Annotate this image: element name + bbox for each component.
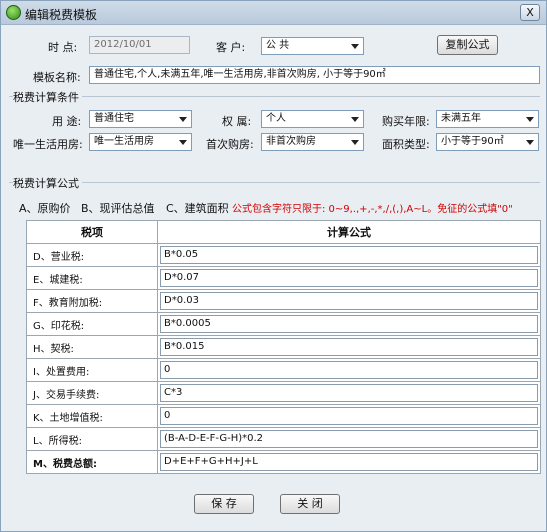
column-header-item: 税项 (26, 220, 158, 244)
formula-rule-note: 公式包含字符只限于: 0~9,.,+,-,*,/,(,),A~L。免征的公式填"… (232, 204, 513, 215)
formula-input[interactable]: C*3 (160, 384, 538, 402)
conditions-title: 税费计算条件 (13, 89, 82, 105)
customer-select[interactable]: 公 共 (261, 37, 364, 55)
var-b-label: B、现评估总值 (81, 202, 155, 215)
window-title: 编辑税费模板 (25, 8, 98, 22)
chevron-down-icon (179, 117, 187, 122)
copy-formula-button[interactable]: 复制公式 (437, 35, 498, 55)
formula-input[interactable]: B*0.0005 (160, 315, 538, 333)
table-row: L、所得税: (B-A-D-E-F-G-H)*0.2 (26, 427, 541, 451)
only-home-value: 唯一生活用房 (94, 136, 154, 147)
ownership-select[interactable]: 个人 (261, 110, 364, 128)
close-icon[interactable]: X (520, 4, 540, 21)
formula-input[interactable]: D*0.03 (160, 292, 538, 310)
formula-input[interactable]: D*0.07 (160, 269, 538, 287)
save-button[interactable]: 保 存 (194, 494, 254, 514)
usage-select[interactable]: 普通住宅 (89, 110, 192, 128)
table-row: E、城建税: D*0.07 (26, 266, 541, 290)
formula-input[interactable]: (B-A-D-E-F-G-H)*0.2 (160, 430, 538, 448)
table-row: K、土地增值税: 0 (26, 404, 541, 428)
template-name-input[interactable]: 普通住宅,个人,未满五年,唯一生活用房,非首次购房, 小于等于90㎡ (89, 66, 540, 84)
tax-total-name: M、税费总额: (26, 450, 158, 474)
first-buy-label: 首次购房: (206, 138, 254, 151)
tax-name: D、营业税: (26, 243, 158, 267)
tax-name: K、土地增值税: (26, 404, 158, 428)
time-field: 2012/10/01 (89, 36, 190, 54)
app-icon (6, 5, 21, 20)
chevron-down-icon (179, 140, 187, 145)
table-row-total: M、税费总额: D+E+F+G+H+J+L (26, 450, 541, 474)
chevron-down-icon (351, 140, 359, 145)
only-home-label: 唯一生活用房: (13, 138, 83, 151)
template-name-label: 模板名称: (33, 71, 81, 84)
edit-tax-template-window: 编辑税费模板 X 时 点: 2012/10/01 客 户: 公 共 复制公式 模… (0, 0, 547, 532)
table-row: J、交易手续费: C*3 (26, 381, 541, 405)
tax-name: H、契税: (26, 335, 158, 359)
tax-formula-table: 税项 计算公式 D、营业税: B*0.05 E、城建税: D*0.07 F、教育… (26, 220, 541, 474)
ownership-value: 个人 (266, 113, 286, 124)
formula-input[interactable]: 0 (160, 407, 538, 425)
table-header-row: 税项 计算公式 (26, 220, 541, 244)
tax-name: J、交易手续费: (26, 381, 158, 405)
tax-name: L、所得税: (26, 427, 158, 451)
conditions-group (9, 96, 540, 97)
close-button[interactable]: 关 闭 (280, 494, 340, 514)
only-home-select[interactable]: 唯一生活用房 (89, 133, 192, 151)
formulas-title: 税费计算公式 (13, 175, 82, 191)
tax-name: F、教育附加税: (26, 289, 158, 313)
area-type-label: 面积类型: (382, 138, 430, 151)
customer-value: 公 共 (266, 40, 290, 51)
usage-value: 普通住宅 (94, 113, 134, 124)
var-c-label: C、建筑面积 (166, 202, 229, 215)
formulas-group (9, 182, 540, 183)
area-type-select[interactable]: 小于等于90㎡ (436, 133, 539, 151)
formula-input[interactable]: 0 (160, 361, 538, 379)
chevron-down-icon (351, 117, 359, 122)
formula-input[interactable]: B*0.05 (160, 246, 538, 264)
years-value: 未满五年 (441, 113, 481, 124)
ownership-label: 权 属: (222, 115, 252, 128)
chevron-down-icon (526, 140, 534, 145)
tax-name: E、城建税: (26, 266, 158, 290)
years-label: 购买年限: (382, 115, 430, 128)
title-bar: 编辑税费模板 X (1, 1, 546, 25)
usage-label: 用 途: (52, 115, 82, 128)
chevron-down-icon (351, 44, 359, 49)
first-buy-value: 非首次购房 (266, 136, 316, 147)
chevron-down-icon (526, 117, 534, 122)
formula-input[interactable]: B*0.015 (160, 338, 538, 356)
customer-label: 客 户: (216, 41, 246, 54)
column-header-formula: 计算公式 (157, 220, 541, 244)
table-row: F、教育附加税: D*0.03 (26, 289, 541, 313)
tax-name: I、处置费用: (26, 358, 158, 382)
area-type-value: 小于等于90㎡ (441, 136, 504, 147)
table-row: G、印花税: B*0.0005 (26, 312, 541, 336)
tax-name: G、印花税: (26, 312, 158, 336)
total-formula-input[interactable]: D+E+F+G+H+J+L (160, 453, 538, 471)
table-row: D、营业税: B*0.05 (26, 243, 541, 267)
first-buy-select[interactable]: 非首次购房 (261, 133, 364, 151)
years-select[interactable]: 未满五年 (436, 110, 539, 128)
table-row: I、处置费用: 0 (26, 358, 541, 382)
time-label: 时 点: (48, 41, 78, 54)
var-a-label: A、原购价 (19, 202, 71, 215)
table-row: H、契税: B*0.015 (26, 335, 541, 359)
